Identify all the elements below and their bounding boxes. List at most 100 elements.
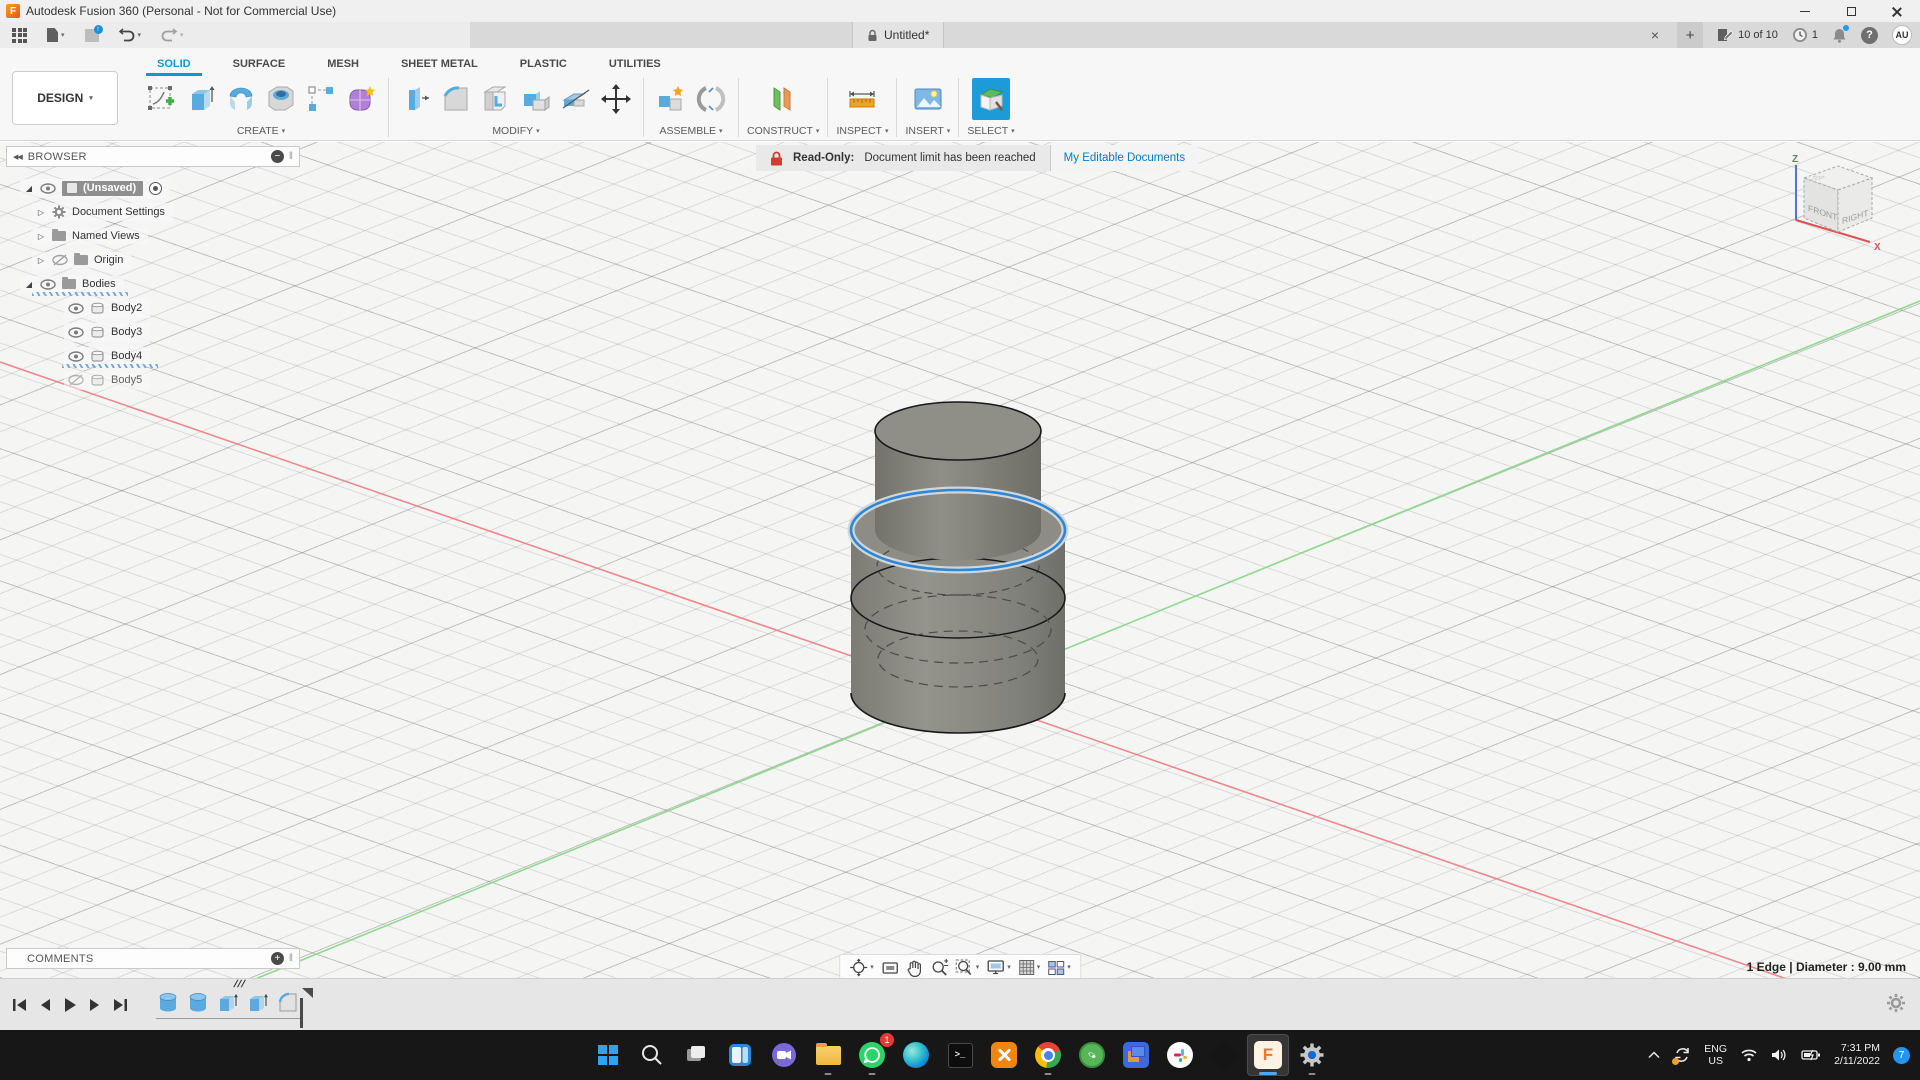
tab-surface[interactable]: SURFACE: [212, 58, 307, 76]
volume-button[interactable]: [1771, 1048, 1788, 1062]
undo-button[interactable]: ▾: [119, 28, 142, 42]
panel-drag-handle[interactable]: ‖: [289, 151, 293, 162]
construct-plane-button[interactable]: [764, 78, 802, 120]
tab-mesh[interactable]: MESH: [306, 58, 380, 76]
tree-row-origin[interactable]: ▷ Origin: [6, 248, 300, 272]
tab-sheet-metal[interactable]: SHEET METAL: [380, 58, 499, 76]
expander-expanded-icon[interactable]: ◢: [24, 184, 34, 193]
view-cube[interactable]: Z X TOP FRONT RIGHT: [1784, 150, 1896, 263]
file-explorer-button[interactable]: [807, 1034, 849, 1076]
document-tab[interactable]: Untitled*: [852, 22, 944, 48]
document-counter[interactable]: 10 of 10: [1717, 28, 1778, 42]
go-to-end-button[interactable]: [112, 997, 128, 1013]
select-dropdown[interactable]: SELECT▾: [967, 122, 1014, 140]
wifi-button[interactable]: [1740, 1048, 1758, 1062]
task-view-button[interactable]: [675, 1034, 717, 1076]
create-form-button[interactable]: [342, 78, 380, 120]
save-button[interactable]: ↑: [85, 29, 99, 42]
eye-off-icon[interactable]: [52, 254, 68, 266]
joint-button[interactable]: [692, 78, 730, 120]
expander-collapsed-icon[interactable]: ▷: [36, 256, 46, 265]
file-menu-button[interactable]: ▾: [47, 28, 65, 42]
feature-cylinder-2[interactable]: [186, 990, 210, 1014]
inspect-dropdown[interactable]: INSPECT▾: [836, 122, 888, 140]
modify-dropdown[interactable]: MODIFY▾: [492, 122, 539, 140]
terminal-button[interactable]: >_: [939, 1034, 981, 1076]
editable-documents-linkbox[interactable]: My Editable Documents: [1051, 145, 1198, 171]
pattern-button[interactable]: [302, 78, 340, 120]
tree-row-body3[interactable]: Body3: [6, 320, 300, 344]
meet-now-button[interactable]: [763, 1034, 805, 1076]
viewport-canvas[interactable]: ◀◀ BROWSER − ‖ ◢ (Unsaved): [0, 142, 1920, 978]
collapse-panel-icon[interactable]: ◀◀: [13, 153, 22, 161]
expander-collapsed-icon[interactable]: ▷: [36, 232, 46, 241]
maximize-button[interactable]: [1828, 0, 1874, 22]
move-copy-button[interactable]: [597, 78, 635, 120]
notifications-button[interactable]: [1832, 27, 1847, 43]
step-forward-button[interactable]: [88, 997, 102, 1013]
tree-row-body5[interactable]: Body5: [6, 368, 300, 392]
language-switcher[interactable]: ENG US: [1704, 1043, 1727, 1067]
insert-dropdown[interactable]: INSERT▾: [905, 122, 950, 140]
play-button[interactable]: [62, 996, 78, 1014]
minimize-button[interactable]: [1782, 0, 1828, 22]
timeline-marker[interactable]: [302, 988, 313, 1028]
close-button[interactable]: [1874, 0, 1920, 22]
look-at-button[interactable]: [881, 960, 899, 976]
tray-chevron-up[interactable]: [1648, 1051, 1660, 1059]
feature-extrude-2[interactable]: [246, 990, 270, 1014]
eye-icon[interactable]: [40, 279, 56, 290]
view-cube-svg[interactable]: Z X TOP FRONT RIGHT: [1784, 150, 1896, 258]
split-body-button[interactable]: [557, 78, 595, 120]
select-button[interactable]: [972, 78, 1010, 120]
tree-row-body2[interactable]: Body2: [6, 296, 300, 320]
eye-icon[interactable]: [68, 351, 84, 362]
chrome-button[interactable]: [1027, 1034, 1069, 1076]
slack-button[interactable]: [1159, 1034, 1201, 1076]
extrude-button[interactable]: [182, 78, 220, 120]
revolve-button[interactable]: [222, 78, 260, 120]
whatsapp-button[interactable]: 1: [851, 1034, 893, 1076]
job-status-button[interactable]: 1: [1792, 27, 1818, 43]
edge-button[interactable]: [895, 1034, 937, 1076]
fit-button[interactable]: ▾: [955, 959, 980, 977]
canvas-button[interactable]: [909, 78, 947, 120]
press-pull-button[interactable]: [397, 78, 435, 120]
panel-minus-button[interactable]: −: [271, 150, 284, 163]
zoom-button[interactable]: [930, 959, 948, 977]
inkscape-button[interactable]: [1203, 1034, 1245, 1076]
search-button[interactable]: [631, 1034, 673, 1076]
combine-button[interactable]: [517, 78, 555, 120]
eye-icon[interactable]: [68, 327, 84, 338]
measure-button[interactable]: [843, 78, 881, 120]
go-to-start-button[interactable]: [12, 997, 28, 1013]
start-button[interactable]: [587, 1034, 629, 1076]
eye-icon[interactable]: [40, 183, 56, 194]
tab-solid[interactable]: SOLID: [136, 58, 212, 76]
tab-utilities[interactable]: UTILITIES: [588, 58, 682, 76]
display-settings-button[interactable]: ▾: [986, 959, 1011, 976]
panel-drag-handle[interactable]: ‖: [289, 953, 293, 964]
expander-collapsed-icon[interactable]: ▷: [36, 208, 46, 217]
add-comment-button[interactable]: +: [271, 952, 284, 965]
tree-row-root[interactable]: ◢ (Unsaved): [6, 176, 300, 200]
pan-button[interactable]: [906, 959, 923, 977]
app-grid-button[interactable]: [12, 28, 27, 43]
browser-header[interactable]: ◀◀ BROWSER − ‖: [6, 146, 300, 167]
new-component-button[interactable]: [652, 78, 690, 120]
user-avatar[interactable]: AU: [1892, 25, 1912, 45]
small-cylinder-top-face[interactable]: [875, 402, 1041, 460]
create-dropdown[interactable]: CREATE▾: [237, 122, 285, 140]
xampp-button[interactable]: [983, 1034, 1025, 1076]
timeline-settings-button[interactable]: [1886, 993, 1906, 1013]
fusion-360-taskbar-button[interactable]: F: [1247, 1034, 1289, 1076]
notification-center-badge[interactable]: 7: [1893, 1047, 1910, 1064]
viewports-button[interactable]: ▾: [1047, 960, 1071, 976]
eye-icon[interactable]: [68, 303, 84, 314]
create-sketch-button[interactable]: [142, 78, 180, 120]
feature-cylinder-1[interactable]: [156, 990, 180, 1014]
tree-row-body4[interactable]: Body4: [6, 344, 300, 368]
onedrive-sync-button[interactable]: [1673, 1046, 1691, 1064]
widgets-button[interactable]: [719, 1034, 761, 1076]
editable-documents-link[interactable]: My Editable Documents: [1064, 152, 1185, 164]
